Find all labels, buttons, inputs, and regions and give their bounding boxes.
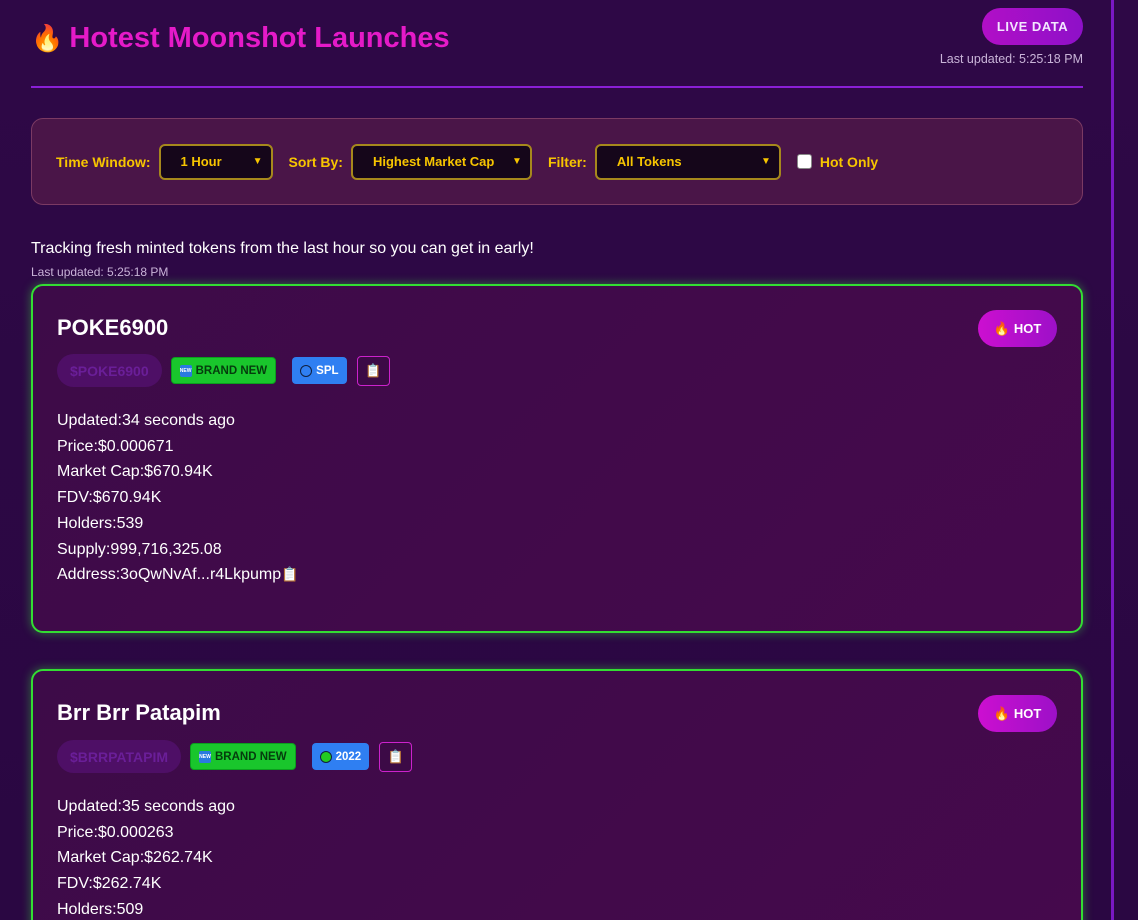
hot-only-label: Hot Only <box>819 153 879 170</box>
copy-address-button[interactable]: 📋 <box>379 741 413 772</box>
token-card: POKE6900 🔥 HOT $POKE6900 NEW BRAND NEW S… <box>31 284 1083 633</box>
chevron-down-icon: ▼ <box>512 156 522 167</box>
hot-only-checkbox[interactable] <box>796 154 812 169</box>
right-border <box>1111 0 1114 920</box>
hot-badge-button[interactable]: 🔥 HOT <box>978 310 1057 347</box>
time-window-select[interactable]: 1 Hour ▼ <box>158 143 273 180</box>
blue-circle-icon <box>300 364 313 377</box>
token-badges: $POKE6900 NEW BRAND NEW SPL 📋 <box>57 354 390 387</box>
token-holders: Holders:509 <box>57 900 144 918</box>
token-address: Address:3oQwNvAf...r4Lkpump <box>57 566 282 584</box>
green-circle-icon <box>319 750 332 763</box>
token-badges: $BRRPATAPIM NEW BRAND NEW 2022 📋 <box>57 740 413 773</box>
time-window-label: Time Window: <box>56 153 151 170</box>
filter-value: All Tokens <box>616 154 682 169</box>
fire-icon: 🔥 <box>993 705 1010 721</box>
new-icon: NEW <box>199 750 211 763</box>
tracking-message: Tracking fresh minted tokens from the la… <box>31 240 534 257</box>
brand-new-badge: NEW BRAND NEW <box>170 357 277 384</box>
token-market-cap: Market Cap:$262.74K <box>57 849 213 867</box>
filter-bar: Time Window: 1 Hour ▼ Sort By: Highest M… <box>31 118 1083 205</box>
clipboard-icon: 📋 <box>387 748 404 764</box>
token-ticker: $POKE6900 <box>57 354 162 387</box>
token-card: Brr Brr Patapim 🔥 HOT $BRRPATAPIM NEW BR… <box>31 669 1083 920</box>
new-icon: NEW <box>179 364 192 377</box>
token-price: Price:$0.000671 <box>57 437 174 455</box>
time-window-value: 1 Hour <box>180 154 222 169</box>
chain-badge: SPL <box>292 357 347 384</box>
token-details: Updated:35 seconds ago Price:$0.000263 M… <box>57 794 235 920</box>
token-fdv: FDV:$670.94K <box>57 489 162 507</box>
page-title-text: Hotest Moonshot Launches <box>69 22 450 54</box>
chain-label: 2022 <box>335 750 362 763</box>
hot-label: HOT <box>1013 321 1042 336</box>
token-ticker: $BRRPATAPIM <box>57 740 181 773</box>
hot-only-toggle[interactable]: Hot Only <box>796 153 879 170</box>
copy-address-button[interactable]: 📋 <box>356 355 390 386</box>
sort-by-select[interactable]: Highest Market Cap ▼ <box>350 143 532 180</box>
clipboard-icon[interactable]: 📋 <box>281 566 298 582</box>
header-last-updated: Last updated: 5:25:18 PM <box>939 52 1083 66</box>
token-updated: Updated:34 seconds ago <box>57 412 235 429</box>
token-updated: Updated:35 seconds ago <box>57 798 235 815</box>
fire-icon: 🔥 <box>993 320 1010 336</box>
page: 🔥 Hotest Moonshot Launches LIVE DATA Las… <box>0 0 1138 920</box>
brand-new-badge: NEW BRAND NEW <box>190 743 296 770</box>
header: 🔥 Hotest Moonshot Launches LIVE DATA Las… <box>31 0 1083 88</box>
chain-label: SPL <box>316 364 339 377</box>
token-price: Price:$0.000263 <box>57 823 174 841</box>
token-holders: Holders:539 <box>57 514 144 532</box>
clipboard-icon: 📋 <box>364 362 382 378</box>
brand-new-label: BRAND NEW <box>195 364 268 377</box>
live-data-button[interactable]: LIVE DATA <box>982 8 1083 45</box>
chevron-down-icon: ▼ <box>252 156 263 167</box>
token-market-cap: Market Cap:$670.94K <box>57 463 213 481</box>
token-name: Brr Brr Patapim <box>57 700 221 725</box>
sort-by-value: Highest Market Cap <box>372 154 495 169</box>
sort-by-label: Sort By: <box>288 153 343 170</box>
chain-badge: 2022 <box>311 743 370 770</box>
filter-label: Filter: <box>547 153 587 170</box>
hot-badge-button[interactable]: 🔥 HOT <box>978 695 1057 732</box>
brand-new-label: BRAND NEW <box>215 750 287 763</box>
fire-icon: 🔥 <box>31 23 64 53</box>
token-details: Updated:34 seconds ago Price:$0.000671 M… <box>57 408 299 588</box>
page-title: 🔥 Hotest Moonshot Launches <box>31 22 450 55</box>
token-fdv: FDV:$262.74K <box>57 875 162 893</box>
token-address-row: Address:3oQwNvAf...r4Lkpump📋 <box>57 562 299 588</box>
token-name: POKE6900 <box>57 315 169 340</box>
last-updated: Last updated: 5:25:18 PM <box>31 265 169 279</box>
chevron-down-icon: ▼ <box>760 156 771 167</box>
filter-select[interactable]: All Tokens ▼ <box>594 143 781 180</box>
token-supply: Supply:999,716,325.08 <box>57 540 222 558</box>
hot-label: HOT <box>1013 706 1042 721</box>
